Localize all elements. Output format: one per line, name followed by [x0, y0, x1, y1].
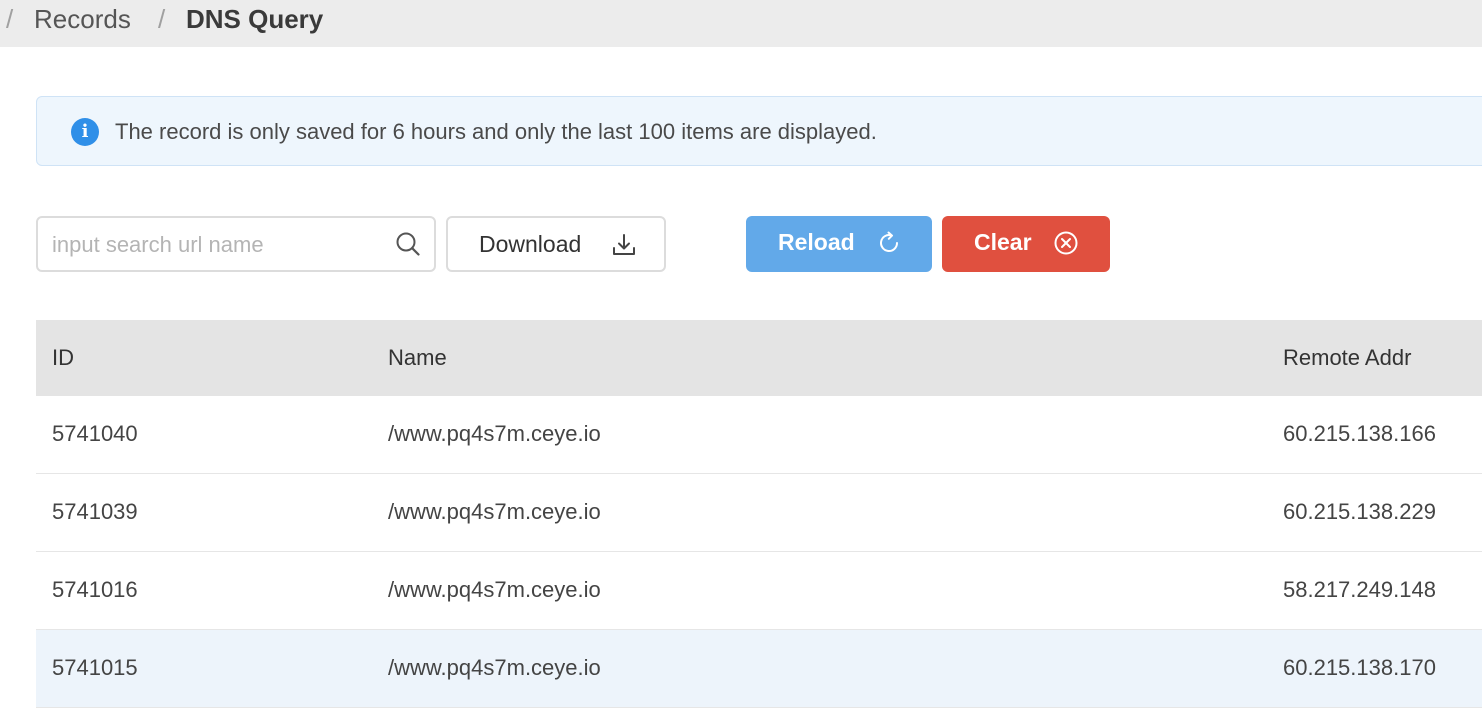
clear-button[interactable]: Clear [942, 216, 1110, 272]
breadcrumb-separator: / [6, 4, 14, 34]
search-icon[interactable] [394, 230, 422, 258]
cell-id: 5741015 [52, 655, 138, 680]
info-alert: i The record is only saved for 6 hours a… [36, 96, 1482, 166]
column-header-remote-addr[interactable]: Remote Addr [1283, 342, 1411, 374]
cell-name: /www.pq4s7m.ceye.io [388, 655, 601, 680]
table-row[interactable]: 5741016 /www.pq4s7m.ceye.io 58.217.249.1… [36, 552, 1482, 630]
breadcrumb-current-page: DNS Query [186, 4, 324, 34]
cell-name: /www.pq4s7m.ceye.io [388, 577, 601, 602]
cell-id: 5741039 [52, 499, 138, 524]
column-header-name[interactable]: Name [388, 342, 447, 374]
records-table: ID Name Remote Addr 5741040 /www.pq4s7m.… [36, 320, 1482, 708]
breadcrumb: / Records / DNS Query [0, 0, 1482, 47]
download-button[interactable]: Download [446, 216, 666, 272]
table-header: ID Name Remote Addr [36, 320, 1482, 396]
cell-name: /www.pq4s7m.ceye.io [388, 421, 601, 446]
clear-button-label: Clear [974, 229, 1032, 255]
info-icon: i [71, 118, 99, 146]
cell-remote-addr: 60.215.138.166 [1283, 421, 1436, 446]
column-header-id[interactable]: ID [52, 342, 74, 374]
close-circle-icon [1054, 231, 1078, 255]
cell-remote-addr: 60.215.138.170 [1283, 655, 1436, 680]
reload-button-label: Reload [778, 229, 855, 255]
alert-message: The record is only saved for 6 hours and… [115, 119, 877, 144]
cell-name: /www.pq4s7m.ceye.io [388, 499, 601, 524]
cell-remote-addr: 58.217.249.148 [1283, 577, 1436, 602]
search-box[interactable] [36, 216, 436, 272]
download-button-label: Download [479, 231, 582, 257]
cell-remote-addr: 60.215.138.229 [1283, 499, 1436, 524]
cell-id: 5741016 [52, 577, 138, 602]
table-row[interactable]: 5741040 /www.pq4s7m.ceye.io 60.215.138.1… [36, 396, 1482, 474]
download-icon [613, 234, 635, 255]
reload-icon [880, 231, 898, 252]
reload-button[interactable]: Reload [746, 216, 932, 272]
table-row-hovered[interactable]: 5741015 /www.pq4s7m.ceye.io 60.215.138.1… [36, 630, 1482, 708]
breadcrumb-records[interactable]: Records [34, 2, 131, 36]
cell-id: 5741040 [52, 421, 138, 446]
breadcrumb-separator: / [158, 4, 166, 34]
table-row[interactable]: 5741039 /www.pq4s7m.ceye.io 60.215.138.2… [36, 474, 1482, 552]
search-input[interactable] [52, 228, 382, 262]
